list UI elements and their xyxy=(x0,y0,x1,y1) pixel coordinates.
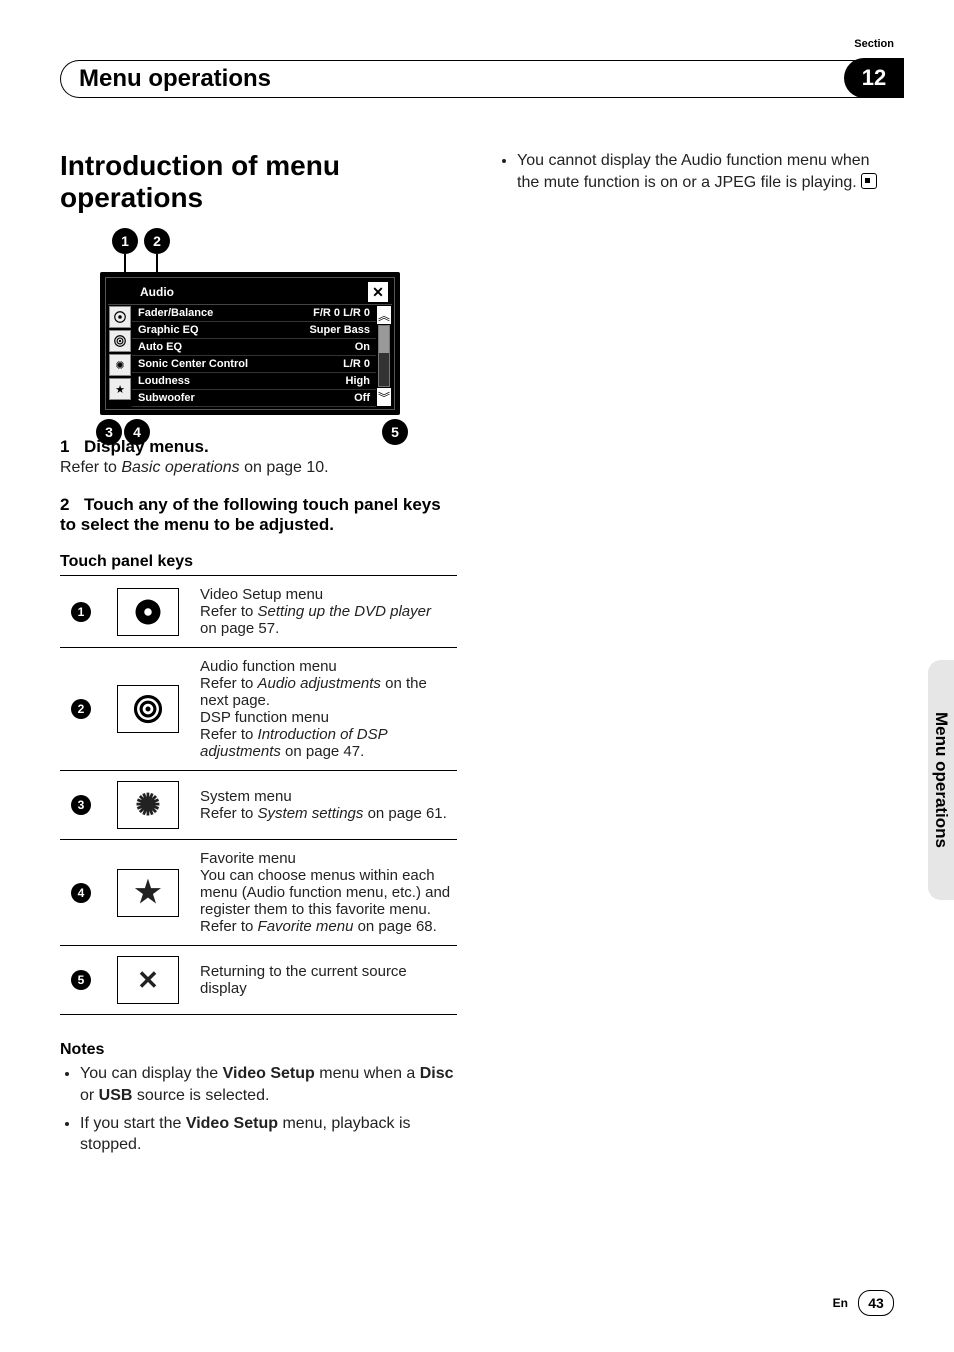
row-callout: 3 xyxy=(71,795,91,815)
audio-function-menu-icon xyxy=(117,685,179,733)
section-number-chip: 12 xyxy=(844,58,904,98)
note-item: If you start the Video Setup menu, playb… xyxy=(80,1113,457,1156)
row-callout: 1 xyxy=(71,602,91,622)
list-item[interactable]: Auto EQOn xyxy=(132,339,376,356)
row-desc: System menu Refer to System settings on … xyxy=(194,771,457,840)
favorite-menu-icon: ★ xyxy=(117,869,179,917)
touch-panel-keys-table: 1 Video Setup menu Refer to Setting up t… xyxy=(60,575,457,1015)
audio-tab-icon[interactable] xyxy=(109,330,131,352)
right-note-list: You cannot display the Audio function me… xyxy=(497,150,894,195)
list-item[interactable]: Sonic Center ControlL/R 0 xyxy=(132,356,376,373)
callout-1: 1 xyxy=(112,228,138,254)
side-tab-label: Menu operations xyxy=(931,712,951,848)
row-callout: 5 xyxy=(71,970,91,990)
note-item: You can display the Video Setup menu whe… xyxy=(80,1063,457,1106)
list-item[interactable]: Fader/BalanceF/R 0 L/R 0 xyxy=(132,305,376,322)
table-row: 4 ★ Favorite menu You can choose menus w… xyxy=(60,840,457,946)
page-number: 43 xyxy=(858,1290,894,1316)
close-menu-icon: ✕ xyxy=(117,956,179,1004)
section-label: Section xyxy=(854,38,894,50)
notes-list: You can display the Video Setup menu whe… xyxy=(60,1063,457,1155)
favorite-tab-icon[interactable]: ★ xyxy=(109,378,131,400)
example-screenshot: 1 2 Audio ✕ xyxy=(100,228,430,419)
callout-2: 2 xyxy=(144,228,170,254)
video-setup-tab-icon[interactable] xyxy=(109,306,131,328)
table-row: 5 ✕ Returning to the current source disp… xyxy=(60,946,457,1015)
scroll-down-icon[interactable]: ︾ xyxy=(377,388,391,406)
row-desc: Audio function menu Refer to Audio adjus… xyxy=(194,648,457,771)
table-row: 1 Video Setup menu Refer to Setting up t… xyxy=(60,576,457,648)
scroll-up-icon[interactable]: ︽ xyxy=(377,306,391,324)
table-row: 2 Audio function menu Refer to Audio adj… xyxy=(60,648,457,771)
row-desc: Returning to the current source display xyxy=(194,946,457,1015)
header-title: Menu operations xyxy=(79,65,271,93)
close-icon[interactable]: ✕ xyxy=(368,282,388,302)
side-tab: Menu operations xyxy=(928,660,954,900)
table-row: 3 ✺ System menu Refer to System settings… xyxy=(60,771,457,840)
footer-lang: En xyxy=(833,1296,848,1310)
row-callout: 4 xyxy=(71,883,91,903)
ss-scrollbar[interactable]: ︽ ︾ xyxy=(376,305,392,407)
footer: En 43 xyxy=(833,1290,894,1316)
ss-list: Fader/BalanceF/R 0 L/R 0 Graphic EQSuper… xyxy=(132,305,376,407)
list-item[interactable]: SubwooferOff xyxy=(132,390,376,407)
notes-title: Notes xyxy=(60,1041,457,1059)
header-pill: Menu operations xyxy=(60,60,894,98)
row-callout: 2 xyxy=(71,699,91,719)
row-desc: Favorite menu You can choose menus withi… xyxy=(194,840,457,946)
system-menu-icon: ✺ xyxy=(117,781,179,829)
right-note-item: You cannot display the Audio function me… xyxy=(517,150,894,195)
list-item[interactable]: LoudnessHigh xyxy=(132,373,376,390)
end-of-section-icon xyxy=(861,173,877,189)
list-item[interactable]: Graphic EQSuper Bass xyxy=(132,322,376,339)
touch-panel-keys-title: Touch panel keys xyxy=(60,553,457,571)
ss-sidebar: ✺ ★ xyxy=(108,305,132,407)
video-setup-menu-icon xyxy=(117,588,179,636)
header-bar: Section Menu operations 12 xyxy=(60,60,894,100)
step-2: 2Touch any of the following touch panel … xyxy=(60,495,457,535)
system-tab-icon[interactable]: ✺ xyxy=(109,354,131,376)
row-desc: Video Setup menu Refer to Setting up the… xyxy=(194,576,457,648)
intro-heading: Introduction of menu operations xyxy=(60,150,457,214)
ss-title: Audio xyxy=(140,285,174,299)
